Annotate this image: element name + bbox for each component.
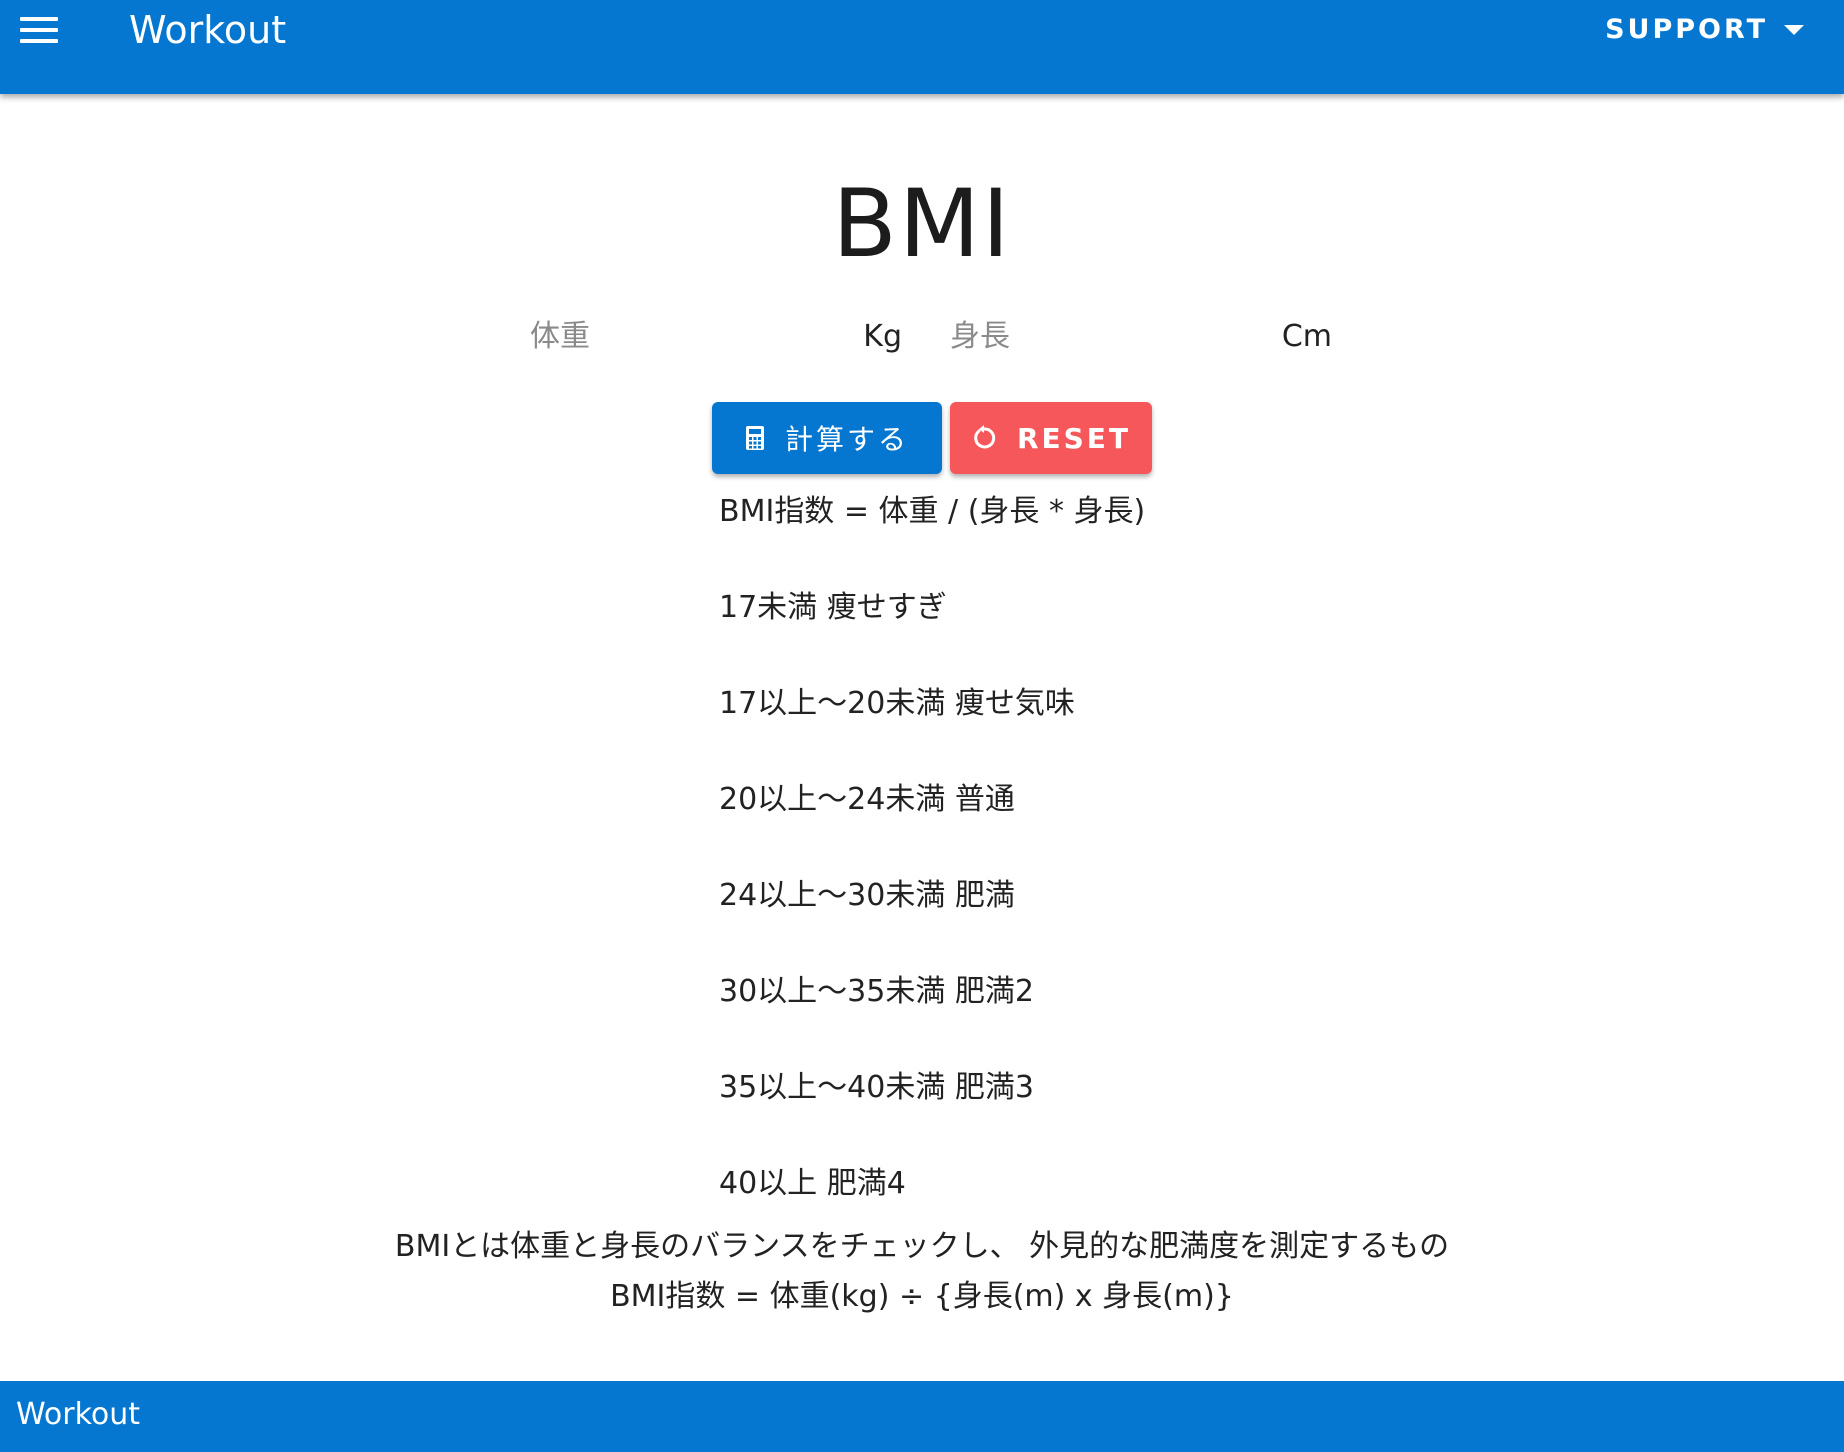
support-menu-button[interactable]: SUPPORT [1605,10,1804,50]
height-field: Cm [950,308,1340,364]
height-unit: Cm [1281,318,1332,354]
bmi-range-item: 24以上～30未満 肥満 [719,878,1015,913]
app-bar: Workout SUPPORT [0,0,1844,94]
weight-input[interactable] [530,318,864,354]
bmi-range-item: 35以上～40未満 肥満3 [719,1070,1034,1105]
calculator-icon [745,425,765,451]
description-formula: BMI指数 = 体重(kg) ÷ {身長(m) x 身長(m)} [610,1279,1234,1314]
calculate-button-label: 計算する [784,423,909,456]
footer-title: Workout [16,1397,141,1432]
reset-button-label: RESET [1016,421,1132,455]
calculate-button[interactable]: 計算する [712,402,942,474]
description-line: BMIとは体重と身長のバランスをチェックし、 外見的な肥満度を測定するもの [394,1229,1450,1264]
reset-button[interactable]: RESET [950,402,1152,474]
app-title: Workout [129,8,287,52]
hamburger-menu-icon[interactable] [20,10,60,50]
bmi-range-list: 17未満 痩せすぎ 17以上～20未満 痩せ気味 20以上～24未満 普通 24… [719,584,1075,1256]
caret-down-icon [1784,25,1804,35]
page-title: BMI [832,170,1012,279]
bmi-range-item: 30以上～35未満 肥満2 [719,974,1034,1009]
footer: Workout [0,1381,1844,1452]
weight-field: Kg [530,308,910,364]
support-label: SUPPORT [1605,14,1768,45]
bmi-range-item: 20以上～24未満 普通 [719,782,1015,817]
bmi-range-item: 17以上～20未満 痩せ気味 [719,686,1075,721]
reset-icon [971,425,997,451]
weight-unit: Kg [863,318,902,354]
bmi-formula: BMI指数 = 体重 / (身長 * 身長) [719,494,1146,529]
bmi-range-item: 17未満 痩せすぎ [719,590,947,625]
bmi-description: BMIとは体重と身長のバランスをチェックし、 外見的な肥満度を測定するもの BM… [0,1222,1844,1322]
height-input[interactable] [950,318,1282,354]
